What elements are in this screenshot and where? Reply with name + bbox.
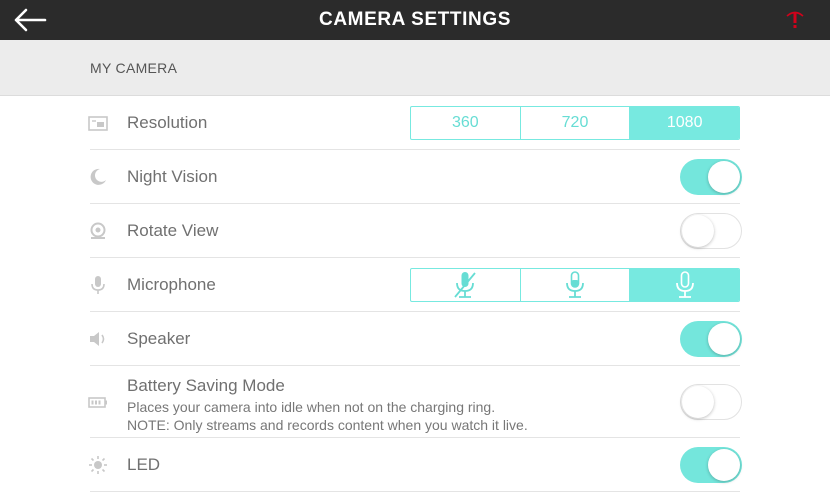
setting-row-resolution: Resolution 360 720 1080 bbox=[88, 96, 740, 150]
setting-label-night-vision: Night Vision bbox=[127, 166, 218, 186]
setting-row-led: LED bbox=[89, 438, 742, 492]
page-title: CAMERA SETTINGS bbox=[319, 9, 511, 30]
setting-row-night-vision: Night Vision bbox=[90, 150, 742, 204]
setting-label-led: LED bbox=[127, 454, 161, 474]
battery-saving-toggle[interactable] bbox=[680, 383, 742, 420]
resolution-option-1080[interactable]: 1080 bbox=[629, 106, 739, 139]
led-toggle[interactable] bbox=[680, 446, 742, 483]
microphone-icon bbox=[91, 275, 105, 294]
resolution-option-360[interactable]: 360 bbox=[411, 107, 520, 139]
night-vision-toggle[interactable] bbox=[680, 158, 742, 195]
microphone-muted-icon bbox=[454, 271, 477, 298]
rotate-camera-icon bbox=[90, 222, 106, 239]
rotate-view-toggle[interactable] bbox=[680, 212, 742, 249]
resolution-selector: 360 720 1080 bbox=[410, 105, 740, 140]
microphone-option-low[interactable] bbox=[519, 268, 630, 301]
setting-label-microphone: Microphone bbox=[127, 274, 216, 294]
setting-row-rotate-view: Rotate View bbox=[90, 204, 742, 258]
speaker-toggle[interactable] bbox=[680, 320, 742, 357]
section-title: MY CAMERA bbox=[90, 59, 178, 76]
toggle-knob bbox=[708, 448, 740, 481]
setting-label-battery-saving: Battery Saving Mode bbox=[127, 376, 285, 395]
top-bar: CAMERA SETTINGS bbox=[0, 0, 830, 40]
setting-label-rotate-view: Rotate View bbox=[127, 220, 219, 240]
microphone-option-high[interactable] bbox=[629, 268, 739, 301]
description-line: Places your camera into idle when not on… bbox=[127, 399, 496, 415]
microphone-option-muted[interactable] bbox=[411, 269, 520, 301]
section-header-my-camera: MY CAMERA bbox=[0, 40, 830, 96]
toggle-knob bbox=[682, 385, 714, 418]
resolution-option-720[interactable]: 720 bbox=[519, 106, 630, 139]
battery-saving-description: Places your camera into idle when not on… bbox=[127, 398, 528, 434]
setting-row-microphone: Microphone bbox=[90, 258, 740, 312]
toggle-knob bbox=[682, 214, 714, 247]
back-arrow-icon[interactable] bbox=[12, 6, 48, 34]
moon-icon bbox=[90, 168, 106, 185]
toggle-knob bbox=[708, 160, 740, 193]
microphone-level-selector bbox=[410, 267, 740, 302]
setting-row-battery-saving: Battery Saving Mode Places your camera i… bbox=[88, 366, 742, 438]
microphone-high-icon bbox=[675, 270, 694, 298]
battery-icon bbox=[88, 396, 107, 408]
setting-label-speaker: Speaker bbox=[127, 328, 191, 348]
microphone-low-icon bbox=[566, 270, 584, 298]
setting-label-resolution: Resolution bbox=[127, 112, 208, 132]
toggle-knob bbox=[708, 322, 740, 355]
speaker-icon bbox=[90, 331, 105, 346]
led-sun-icon bbox=[89, 455, 107, 474]
alert-icon[interactable] bbox=[786, 10, 804, 30]
description-note: NOTE: Only streams and records content w… bbox=[127, 417, 528, 433]
resolution-icon bbox=[88, 115, 108, 131]
setting-row-speaker: Speaker bbox=[90, 312, 742, 366]
